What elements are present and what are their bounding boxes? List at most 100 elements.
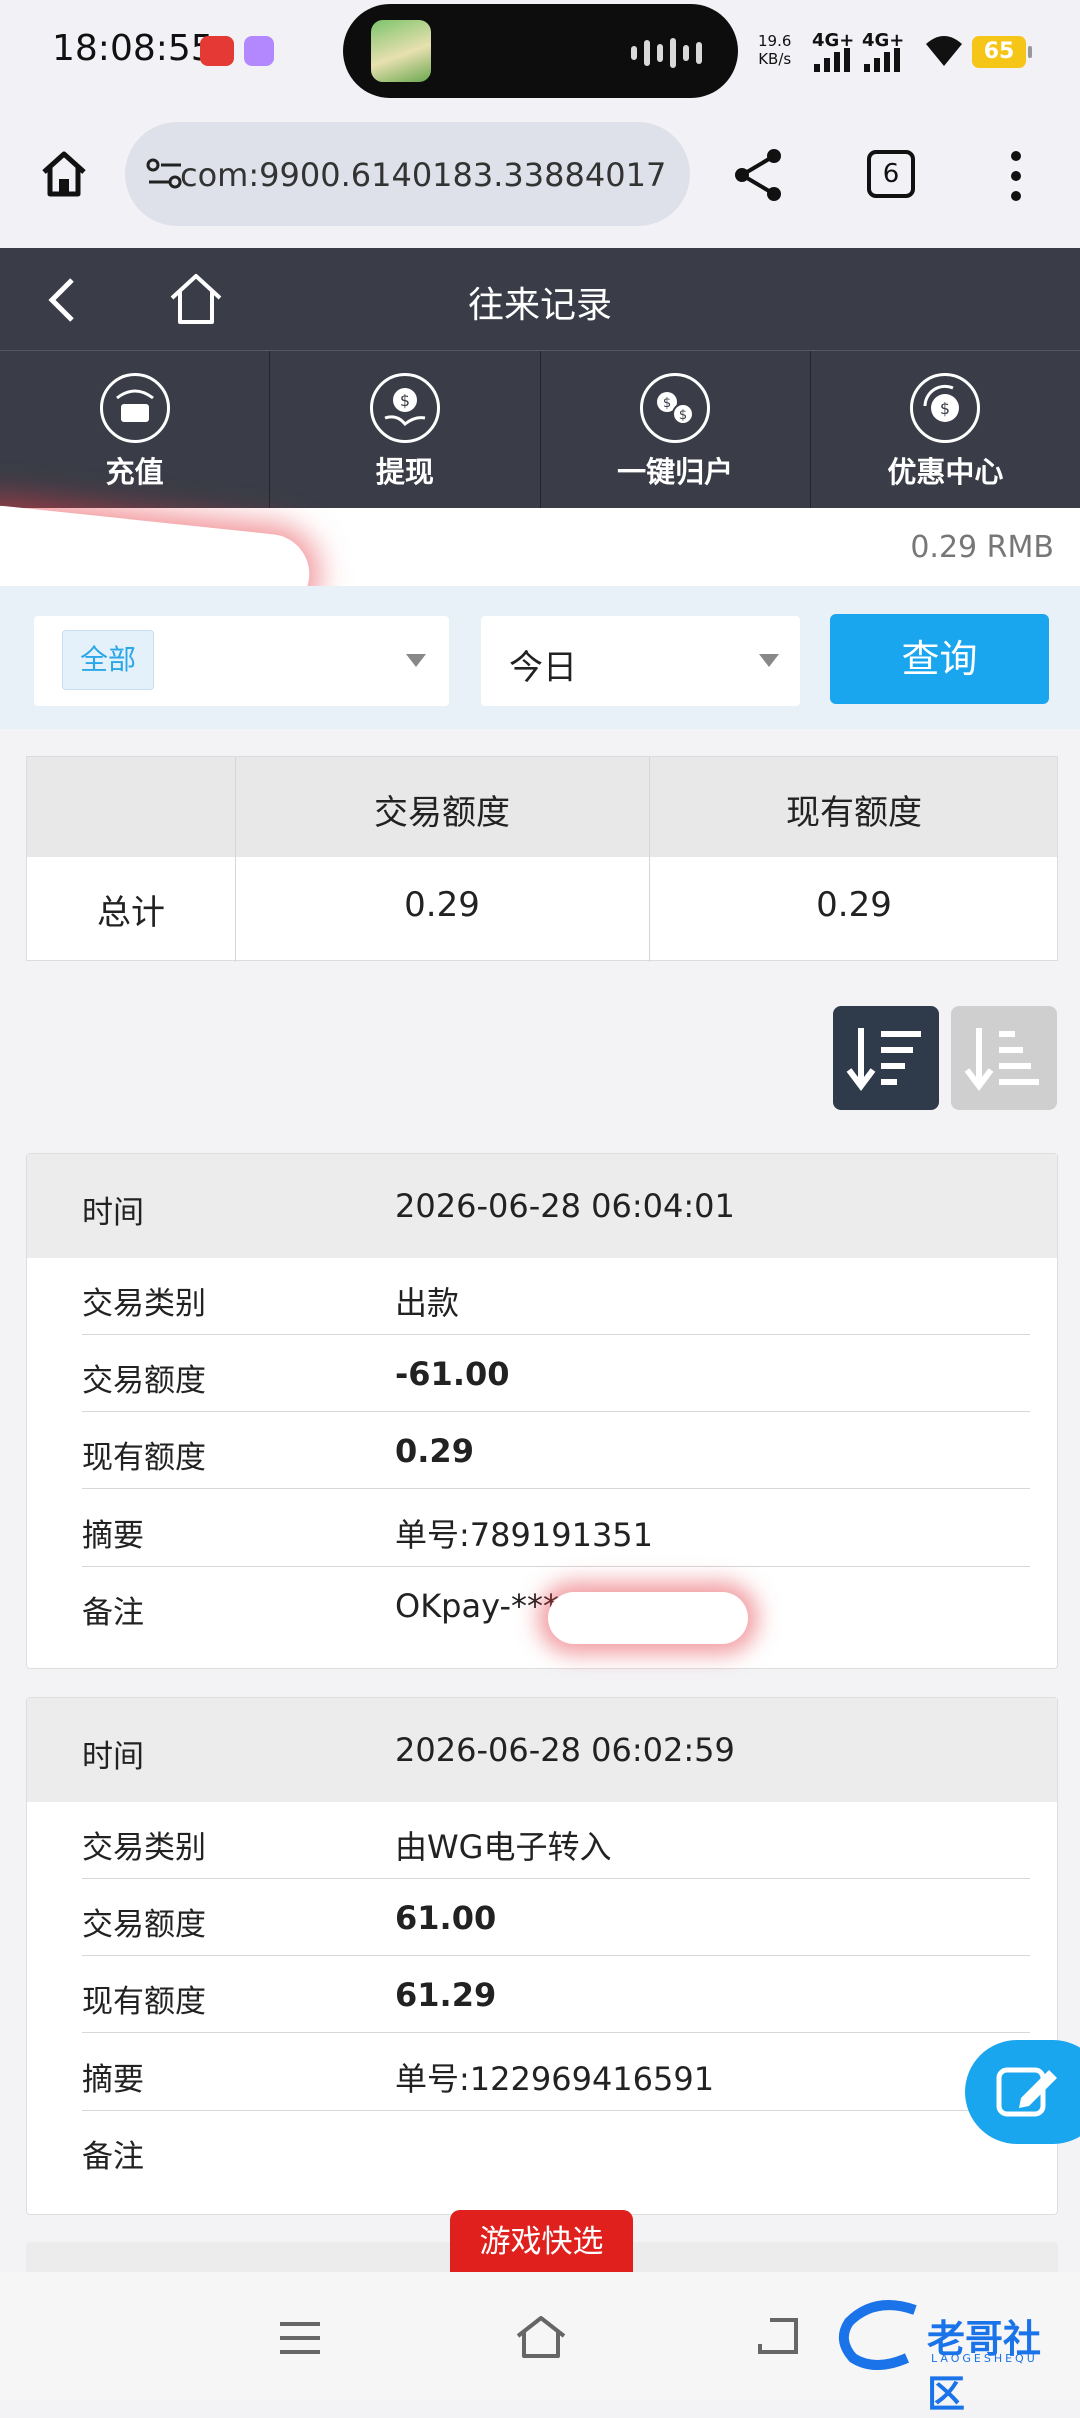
record-summary: 单号:789191351	[395, 1516, 654, 1554]
signal-bars-icon	[814, 48, 850, 72]
deposit-icon	[99, 373, 170, 443]
sort-desc-button[interactable]	[833, 1006, 939, 1110]
summary-col-trade: 交易额度	[374, 793, 510, 833]
url-text: 6140183.33884017.com:9900	[180, 156, 667, 194]
filter-bar: 全部 今日 查询	[0, 586, 1080, 729]
date-select[interactable]: 今日	[481, 616, 800, 706]
record-summary-label: 摘要	[82, 1518, 144, 1554]
floating-edit-button[interactable]	[965, 2040, 1080, 2144]
divider	[82, 2110, 1030, 2111]
game-quick-select-button[interactable]: 游戏快选	[450, 2210, 633, 2274]
media-thumbnail	[371, 20, 431, 82]
record-time-label: 时间	[82, 1739, 144, 1775]
record-remark-label: 备注	[82, 1595, 144, 1631]
watermark-logo: 老哥社区 LAOGESHEQU	[835, 2300, 1065, 2416]
nav-label: 充值	[105, 455, 164, 489]
share-icon[interactable]	[730, 146, 788, 204]
sort-asc-button[interactable]	[951, 1006, 1057, 1110]
signal-bars-icon-2	[864, 48, 900, 72]
nav-withdraw[interactable]: $ 提现	[270, 351, 541, 508]
record-type-label: 交易类别	[82, 1830, 206, 1866]
divider	[82, 1488, 1030, 1489]
menu-icon[interactable]	[278, 2320, 322, 2356]
dynamic-island[interactable]	[343, 4, 738, 98]
record-type-label: 交易类别	[82, 1286, 206, 1322]
summary-table: 交易额度 现有额度 总计 0.29 0.29	[26, 756, 1058, 962]
page-title: 往来记录	[467, 285, 612, 326]
network-speed: 19.6 KB/s	[758, 32, 791, 68]
divider	[82, 1334, 1030, 1335]
record-time: 2026-06-28 06:02:59	[395, 1731, 735, 1769]
record-type: 出款	[395, 1284, 460, 1322]
type-select-value: 全部	[62, 630, 154, 690]
back-icon[interactable]	[756, 2316, 800, 2356]
record-card: 时间 2026-06-28 06:02:59 交易类别 由WG电子转入 交易额度…	[26, 1697, 1058, 2215]
address-bar[interactable]: 6140183.33884017.com:9900	[125, 122, 690, 226]
svg-text:$: $	[400, 391, 410, 410]
chevron-down-icon	[759, 654, 779, 667]
notification-app-icon	[200, 36, 234, 66]
transfer-icon: $ $	[640, 373, 711, 443]
divider	[82, 1566, 1030, 1567]
home-icon[interactable]	[514, 2314, 568, 2360]
nav-transfer-all[interactable]: $ $ 一键归户	[541, 351, 811, 508]
network-speed-unit: KB/s	[758, 50, 792, 68]
tab-switcher-button[interactable]: 6	[867, 150, 915, 198]
page-header: 往来记录	[0, 248, 1080, 350]
record-card: 时间 2026-06-28 06:04:01 交易类别 出款 交易额度 -61.…	[26, 1153, 1058, 1669]
wifi-icon	[926, 36, 962, 66]
promo-icon: $	[910, 373, 981, 443]
record-time: 2026-06-28 06:04:01	[395, 1187, 735, 1225]
redaction-mark	[548, 1592, 748, 1644]
more-menu-icon[interactable]	[1006, 150, 1026, 202]
quick-actions-nav: 充值 $ 提现 $ $ 一键归户 $ 优惠中心	[0, 350, 1080, 508]
audio-wave-icon	[631, 38, 702, 68]
nav-promo-center[interactable]: $ 优惠中心	[811, 351, 1080, 508]
watermark-subtext: LAOGESHEQU	[931, 2352, 1038, 2365]
withdraw-icon: $	[369, 373, 440, 443]
battery-icon: 65	[972, 36, 1032, 68]
record-amount: 61.00	[395, 1899, 497, 1937]
nav-deposit[interactable]: 充值	[0, 351, 271, 508]
record-remark: OKpay-***	[395, 1587, 560, 1625]
record-summary: 单号:122969416591	[395, 2060, 715, 2098]
record-amount: -61.00	[395, 1355, 510, 1393]
sort-ascending-icon	[964, 1028, 1039, 1091]
edit-icon	[996, 2067, 1057, 2117]
record-amount-label: 交易额度	[82, 1363, 206, 1399]
record-amount-label: 交易额度	[82, 1907, 206, 1943]
summary-row-label: 总计	[97, 893, 165, 933]
query-button[interactable]: 查询	[830, 614, 1049, 704]
svg-text:$: $	[940, 399, 950, 418]
divider	[82, 1955, 1030, 1956]
nav-label: 提现	[375, 455, 434, 489]
browser-toolbar: 6140183.33884017.com:9900 6	[0, 110, 1080, 248]
status-bar: 18:08:55 19.6 KB/s 4G+ 4G+ 65	[0, 0, 1080, 110]
record-balance: 61.29	[395, 1976, 497, 2014]
svg-text:$: $	[679, 408, 687, 423]
chevron-down-icon	[406, 654, 426, 667]
status-time: 18:08:55	[52, 28, 214, 69]
record-balance-label: 现有额度	[82, 1440, 206, 1476]
sort-descending-icon	[846, 1028, 921, 1091]
divider	[82, 1411, 1030, 1412]
divider	[82, 1878, 1030, 1879]
site-settings-icon[interactable]	[145, 156, 185, 192]
network-speed-value: 19.6	[758, 32, 792, 50]
nav-label: 优惠中心	[887, 455, 1004, 489]
record-remark-label: 备注	[82, 2139, 144, 2175]
record-balance-label: 现有额度	[82, 1984, 206, 2020]
record-type: 由WG电子转入	[395, 1828, 612, 1866]
record-time-label: 时间	[82, 1195, 144, 1231]
type-select[interactable]: 全部	[34, 616, 449, 706]
home-icon[interactable]	[38, 148, 90, 200]
date-select-value: 今日	[509, 648, 577, 688]
balance-value: 0.29 RMB	[910, 530, 1054, 565]
svg-text:$: $	[663, 396, 671, 411]
summary-trade-amount: 0.29	[404, 885, 480, 925]
record-balance: 0.29	[395, 1432, 474, 1470]
nav-label: 一键归户	[617, 455, 734, 489]
divider	[82, 2032, 1030, 2033]
dragon-logo-icon	[838, 2300, 917, 2370]
summary-current-amount: 0.29	[816, 885, 892, 925]
